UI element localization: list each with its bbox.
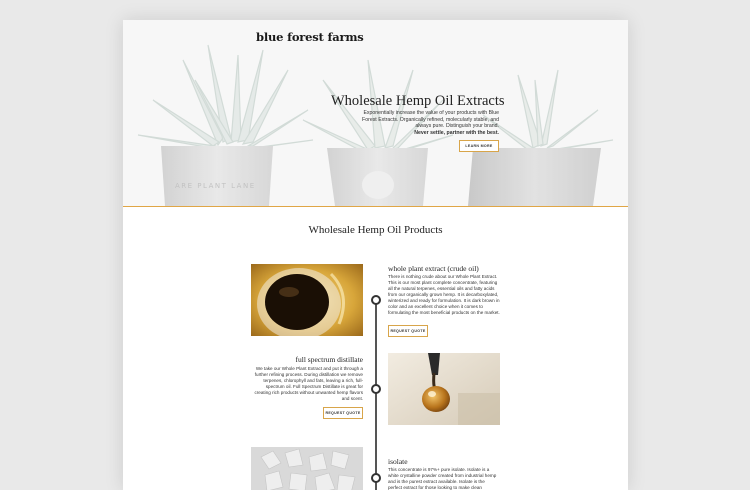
hero-banner: ARE PLANT LANE blue forest farms Wholesa… — [123, 20, 628, 206]
products-section-title: Wholesale Hemp Oil Products — [308, 224, 443, 236]
product-title-whole-plant: whole plant extract (crude oil) — [388, 264, 479, 273]
hero-description-text: Exponentially increase the value of your… — [362, 110, 499, 130]
request-quote-button-whole-plant[interactable]: REQUEST QUOTE — [388, 325, 428, 337]
product-title-isolate: isolate — [388, 457, 408, 466]
website-page: ARE PLANT LANE blue forest farms Wholesa… — [123, 20, 628, 490]
learn-more-button[interactable]: LEARN MORE — [459, 140, 499, 152]
hero-divider — [123, 206, 628, 208]
product-description-whole-plant: There is nothing crude about our Whole P… — [388, 274, 500, 315]
crude-oil-image — [251, 264, 363, 336]
hero-tagline: Never settle, partner with the best. — [414, 130, 499, 137]
timeline-line — [375, 299, 377, 490]
hero-description: Exponentially increase the value of your… — [353, 110, 499, 137]
brand-logo[interactable]: blue forest farms — [256, 30, 364, 44]
request-quote-button-distillate[interactable]: REQUEST QUOTE — [323, 407, 363, 419]
isolate-crystals-image — [251, 447, 363, 490]
product-description-isolate: This concentrate is 97%+ pure isolate. I… — [388, 467, 497, 490]
product-title-distillate: full spectrum distillate — [295, 355, 364, 364]
timeline-dot-3 — [371, 473, 381, 483]
product-description-distillate: We take our Whole Plant Extract and put … — [254, 366, 363, 401]
hero-title: Wholesale Hemp Oil Extracts — [331, 93, 505, 109]
timeline-dot-2 — [371, 384, 381, 394]
distillate-dropper-image — [388, 353, 500, 425]
timeline-dot-1 — [371, 295, 381, 305]
